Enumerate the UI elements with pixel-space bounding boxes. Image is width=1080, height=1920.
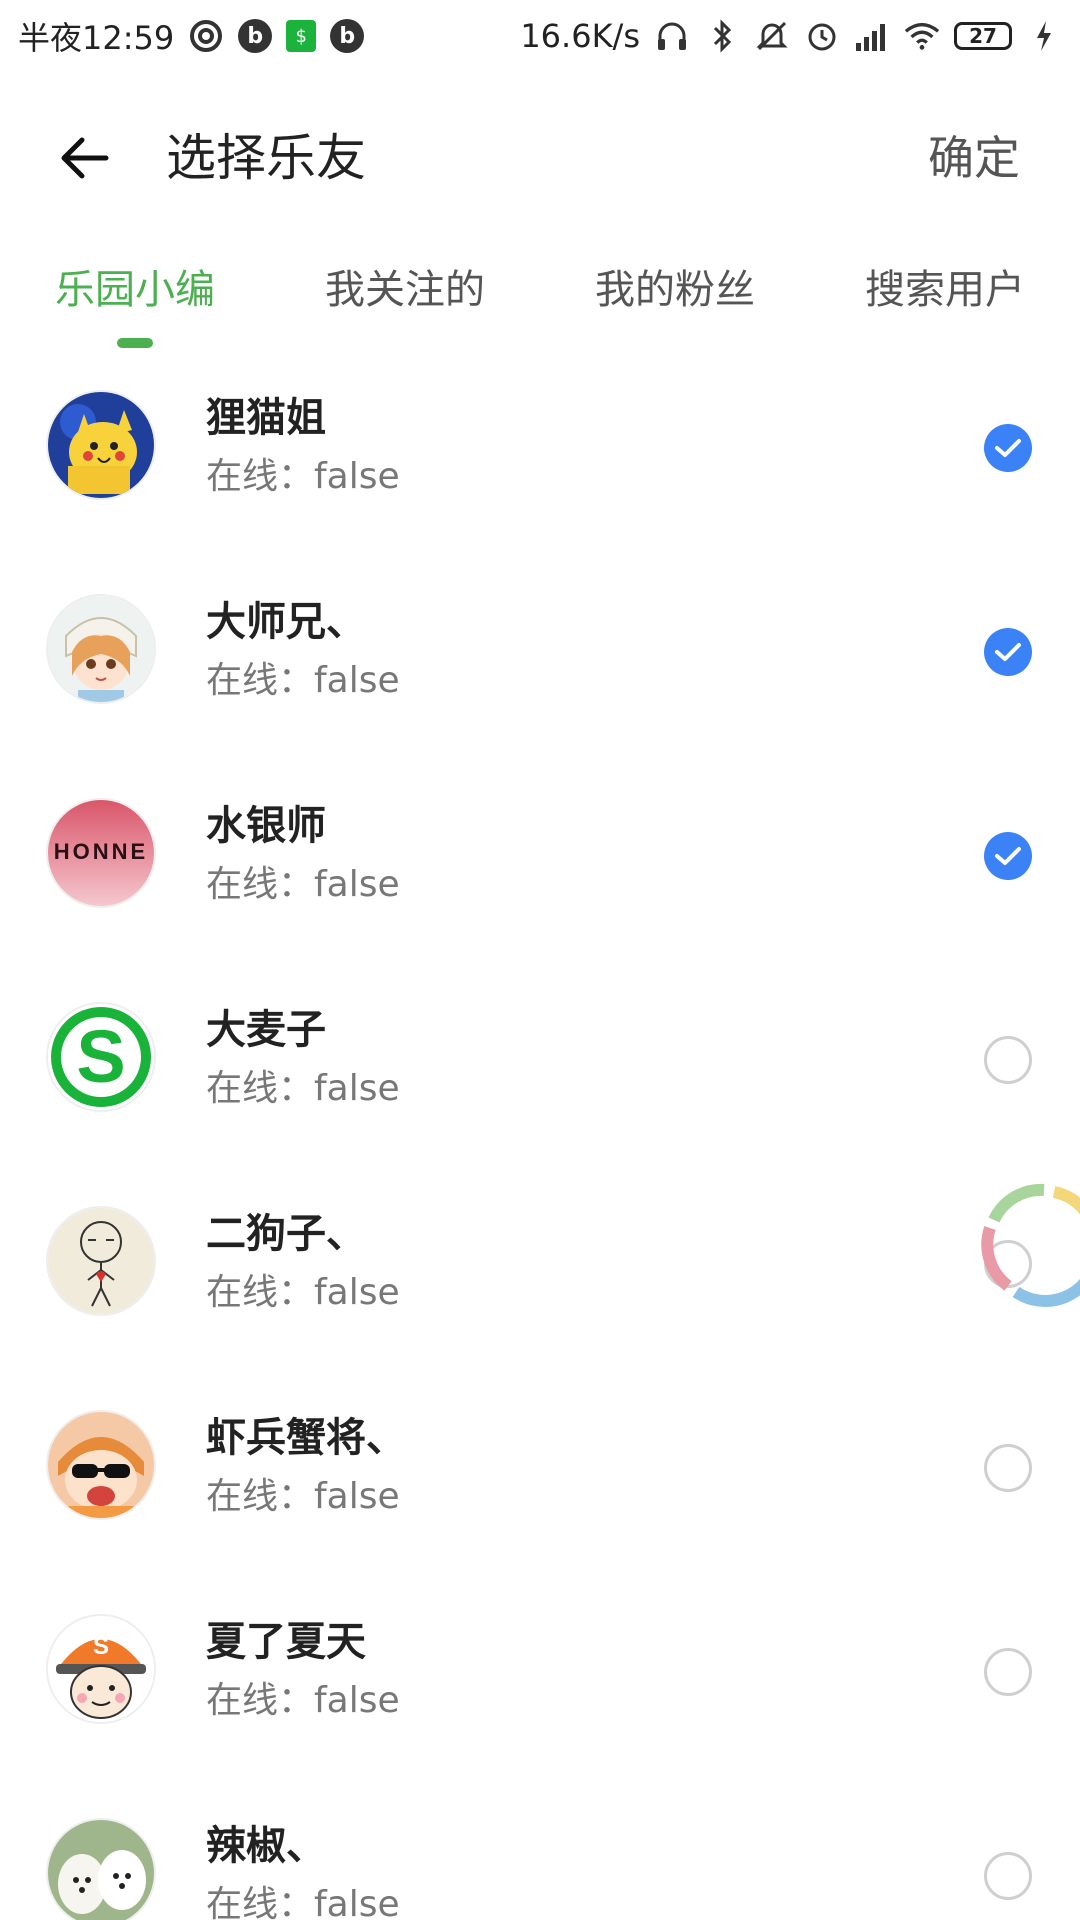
user-name: 辣椒、 <box>206 1823 326 1869</box>
mute-icon <box>754 18 790 54</box>
tab-following[interactable]: 我关注的 <box>270 260 540 350</box>
battery-icon: 27 <box>954 22 1012 50</box>
user-name: 大师兄、 <box>206 599 366 645</box>
user-row[interactable]: S 夏了夏天 在线：false <box>0 1604 1080 1808</box>
header: 选择乐友 确定 <box>0 92 1080 222</box>
user-row[interactable]: 二狗子、 在线：false <box>0 1196 1080 1400</box>
active-tab-indicator <box>117 338 153 348</box>
checkmark-icon <box>995 439 1021 457</box>
wifi-icon <box>904 18 940 54</box>
selection-checkbox[interactable] <box>984 1852 1032 1900</box>
user-name: 虾兵蟹将、 <box>206 1415 406 1461</box>
loading-spinner-icon <box>968 1168 1080 1320</box>
avatar <box>48 1820 154 1920</box>
avatar <box>48 392 154 498</box>
avatar: HONNE <box>48 800 154 906</box>
avatar: S <box>48 1616 154 1722</box>
user-online-status: 在线：false <box>206 1068 400 1109</box>
honne-logo-text: HONNE <box>54 839 148 864</box>
tab-label: 我的粉丝 <box>595 267 755 313</box>
page-title: 选择乐友 <box>166 129 366 187</box>
tab-label: 我关注的 <box>325 267 485 313</box>
user-online-status: 在线：false <box>206 1272 400 1313</box>
charging-icon <box>1026 18 1062 54</box>
user-row[interactable]: 虾兵蟹将、 在线：false <box>0 1400 1080 1604</box>
s-logo-text: S <box>76 1015 125 1098</box>
back-button[interactable] <box>48 122 120 194</box>
user-name: 二狗子、 <box>206 1211 366 1257</box>
user-row[interactable]: 狸猫姐 在线：false <box>0 380 1080 584</box>
avatar: S <box>48 1004 154 1110</box>
user-row[interactable]: S 大麦子 在线：false <box>0 992 1080 1196</box>
user-row[interactable]: 辣椒、 在线：false <box>0 1808 1080 1920</box>
selection-checkbox[interactable] <box>984 1444 1032 1492</box>
status-bar-right: 16.6K/s 27 <box>520 17 1062 55</box>
netease-icon <box>188 18 224 54</box>
status-bar: 半夜12:59 b $ b 16.6K/s 27 <box>0 0 1080 72</box>
checkmark-icon <box>995 847 1021 865</box>
headphones-icon <box>654 18 690 54</box>
tab-label: 乐园小编 <box>55 267 215 313</box>
arrow-left-icon <box>61 137 109 179</box>
bluetooth-icon <box>704 18 740 54</box>
tab-label: 搜索用户 <box>865 267 1025 313</box>
signal-icon <box>854 18 890 54</box>
user-online-status: 在线：false <box>206 1476 400 1517</box>
selection-checkbox[interactable] <box>984 832 1032 880</box>
shop-icon: $ <box>286 20 317 52</box>
confirm-button[interactable]: 确定 <box>928 126 1020 190</box>
status-time: 半夜12:59 <box>18 19 175 57</box>
user-name: 狸猫姐 <box>206 395 326 441</box>
avatar <box>48 596 154 702</box>
tab-fans[interactable]: 我的粉丝 <box>540 260 810 350</box>
selection-checkbox[interactable] <box>984 1648 1032 1696</box>
b-icon: b <box>330 19 365 53</box>
user-list: 狸猫姐 在线：false 大师兄、 在线：false HONNE 水银师 在线：… <box>0 380 1080 1920</box>
status-bar-left: 半夜12:59 b $ b <box>18 13 365 59</box>
selection-checkbox[interactable] <box>984 424 1032 472</box>
s-cap-text: S <box>93 1633 109 1660</box>
battery-level: 27 <box>969 24 997 48</box>
user-name: 水银师 <box>206 803 326 849</box>
net-speed: 16.6K/s <box>520 17 640 55</box>
avatar <box>48 1208 154 1314</box>
select-friends-screen: 半夜12:59 b $ b 16.6K/s 27 选择乐友 确定 乐园小编 我关… <box>0 0 1080 1920</box>
avatar <box>48 1412 154 1518</box>
user-online-status: 在线：false <box>206 864 400 905</box>
user-online-status: 在线：false <box>206 456 400 497</box>
user-name: 夏了夏天 <box>206 1619 366 1665</box>
user-online-status: 在线：false <box>206 1680 400 1721</box>
alarm-icon <box>804 18 840 54</box>
user-row[interactable]: 大师兄、 在线：false <box>0 584 1080 788</box>
selection-checkbox[interactable] <box>984 1036 1032 1084</box>
tab-search-users[interactable]: 搜索用户 <box>810 260 1080 350</box>
user-online-status: 在线：false <box>206 660 400 701</box>
selection-checkbox[interactable] <box>984 628 1032 676</box>
checkmark-icon <box>995 643 1021 661</box>
user-row[interactable]: HONNE 水银师 在线：false <box>0 788 1080 992</box>
b-icon: b <box>238 19 273 53</box>
user-online-status: 在线：false <box>206 1884 400 1920</box>
user-name: 大麦子 <box>206 1007 326 1053</box>
tab-bar: 乐园小编 我关注的 我的粉丝 搜索用户 <box>0 260 1080 350</box>
tab-editors[interactable]: 乐园小编 <box>0 260 270 350</box>
